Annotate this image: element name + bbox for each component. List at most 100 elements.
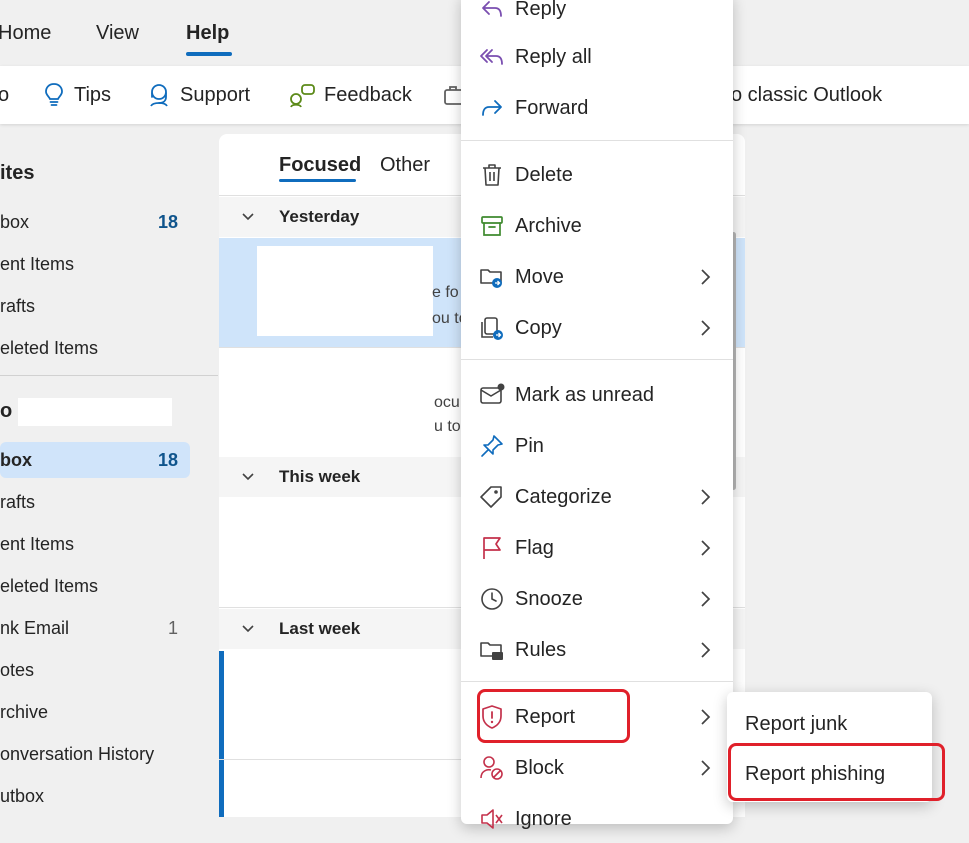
go-to-classic-outlook-button[interactable]: o classic Outlook (731, 66, 882, 124)
ribbon-partial-label: o (0, 83, 10, 106)
feedback-button[interactable]: Feedback (288, 66, 412, 124)
tips-label: Tips (74, 83, 112, 106)
favorite-sent-items[interactable]: ent Items (0, 246, 190, 282)
support-label: Support (180, 83, 251, 106)
tab-home[interactable]: Home (0, 22, 51, 45)
rules-folder-icon (480, 642, 503, 660)
shield-warning-icon (482, 705, 502, 729)
menu-label: Flag (515, 536, 554, 559)
folder-pane: ites box 18 ent Items rafts eleted Items… (0, 130, 218, 817)
move-folder-icon (480, 269, 502, 288)
headset-icon (150, 84, 168, 107)
block-user-icon (480, 756, 503, 780)
folder-notes[interactable]: otes (0, 652, 190, 688)
folder-label: box (0, 212, 30, 232)
feedback-label: Feedback (324, 83, 412, 106)
favorite-drafts[interactable]: rafts (0, 288, 190, 324)
menu-item-snooze[interactable]: Snooze (461, 575, 733, 623)
sidebar-divider (0, 375, 218, 376)
folder-label: rchive (0, 702, 49, 722)
briefcase-icon (444, 86, 463, 105)
account-header[interactable]: o (0, 400, 12, 423)
menu-label: Reply all (515, 45, 592, 68)
menu-label: Snooze (515, 587, 583, 610)
menu-separator (461, 140, 733, 141)
mail-unread-icon (480, 383, 505, 404)
menu-item-forward[interactable]: Forward (461, 84, 733, 132)
menu-label: Report (515, 705, 576, 728)
menu-label: Mark as unread (515, 383, 654, 406)
menu-label: Rules (515, 638, 567, 661)
folder-outbox[interactable]: utbox (0, 778, 190, 814)
menu-label: Move (515, 265, 564, 288)
support-button[interactable]: Support (146, 66, 250, 124)
tab-help[interactable]: Help (186, 22, 229, 45)
folder-label: eleted Items (0, 576, 99, 596)
folder-label: onversation History (0, 744, 155, 764)
folder-sent-items[interactable]: ent Items (0, 526, 190, 562)
menu-item-categorize[interactable]: Categorize (461, 473, 733, 521)
folder-deleted-items[interactable]: eleted Items (0, 568, 190, 604)
trash-icon (483, 164, 501, 186)
lightbulb-icon (45, 83, 63, 106)
menu-item-delete[interactable]: Delete (461, 151, 733, 199)
chevron-right-icon (701, 642, 711, 658)
context-menu: Reply Reply all Forward Delete Archive M… (461, 0, 733, 830)
chevron-right-icon (701, 489, 711, 505)
tab-view[interactable]: View (96, 22, 139, 45)
menu-item-reply-all[interactable]: Reply all (461, 33, 733, 81)
redacted-sender (257, 246, 433, 336)
unread-count: 18 (157, 212, 178, 232)
menu-item-report[interactable]: Report (461, 693, 733, 741)
group-label: Yesterday (279, 207, 360, 226)
flag-icon (483, 537, 501, 559)
chevron-right-icon (701, 709, 711, 725)
menu-label: Delete (515, 163, 573, 186)
menu-item-flag[interactable]: Flag (461, 524, 733, 572)
focused-tab-indicator (279, 179, 356, 182)
ribbon-partial-item[interactable]: o (0, 66, 9, 124)
menu-item-block[interactable]: Block (461, 744, 733, 792)
menu-label: Archive (515, 214, 582, 237)
folder-label: ent Items (0, 254, 75, 274)
active-tab-indicator (186, 52, 232, 56)
message-preview: u to (434, 418, 461, 435)
menu-item-move[interactable]: Move (461, 253, 733, 301)
reply-all-icon (480, 49, 503, 65)
folder-label: box (0, 450, 33, 470)
group-label: Last week (279, 619, 361, 638)
folder-label: eleted Items (0, 338, 99, 358)
folder-inbox[interactable]: box 18 (0, 442, 190, 478)
folder-archive[interactable]: rchive (0, 694, 190, 730)
chevron-right-icon (701, 591, 711, 607)
folder-label: ent Items (0, 534, 75, 554)
copy-icon (481, 317, 503, 340)
menu-item-archive[interactable]: Archive (461, 202, 733, 250)
folder-drafts[interactable]: rafts (0, 484, 190, 520)
classic-outlook-label: o classic Outlook (731, 83, 883, 106)
favorite-deleted-items[interactable]: eleted Items (0, 330, 190, 366)
folder-junk-email[interactable]: nk Email 1 (0, 610, 190, 646)
menu-item-ignore[interactable]: Ignore (461, 795, 733, 843)
unread-count: 1 (167, 618, 178, 638)
menu-item-reply[interactable]: Reply (461, 0, 733, 33)
redacted-account-name (18, 398, 172, 426)
clock-icon (481, 588, 503, 610)
folder-conversation-history[interactable]: onversation History (0, 736, 190, 772)
favorites-header[interactable]: ites (0, 162, 34, 185)
menu-item-pin[interactable]: Pin (461, 422, 733, 470)
report-junk-item[interactable]: Report junk (727, 700, 932, 748)
menu-item-rules[interactable]: Rules (461, 626, 733, 674)
folder-label: nk Email (0, 618, 70, 638)
chevron-right-icon (701, 269, 711, 285)
pin-icon (481, 435, 503, 457)
menu-item-copy[interactable]: Copy (461, 304, 733, 352)
chevron-down-icon (242, 625, 254, 633)
report-phishing-item[interactable]: Report phishing (727, 750, 932, 798)
menu-item-mark-as-unread[interactable]: Mark as unread (461, 371, 733, 419)
folder-label: rafts (0, 296, 36, 316)
tab-other[interactable]: Other (380, 154, 430, 177)
tips-button[interactable]: Tips (42, 66, 111, 124)
favorite-inbox[interactable]: box 18 (0, 204, 190, 240)
tab-focused[interactable]: Focused (279, 154, 361, 177)
